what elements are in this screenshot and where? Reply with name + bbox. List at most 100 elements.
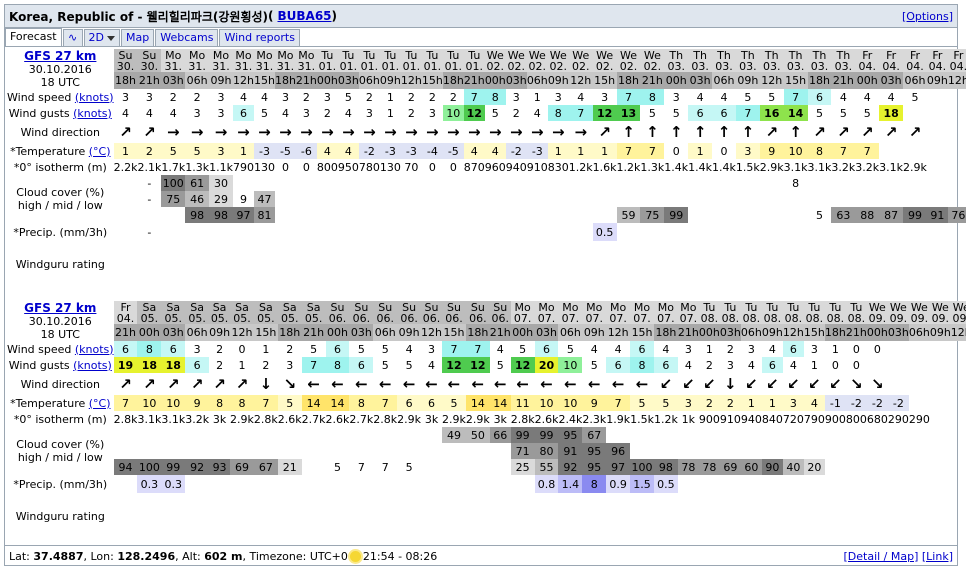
day-name: Sa xyxy=(142,301,157,314)
isotherm-cell: 2.2k xyxy=(113,160,138,174)
precip-cell xyxy=(114,223,138,241)
day-date: 08. xyxy=(847,311,866,325)
cloud-cell xyxy=(548,175,569,191)
isotherm-text: *0° isotherm (m) xyxy=(13,160,107,174)
tab-2d[interactable]: 2D xyxy=(83,29,121,46)
wind-speed-cell: 3 xyxy=(512,90,520,104)
wind-speed-cell: 5 xyxy=(310,342,318,356)
temperature-unit-link[interactable]: (°C) xyxy=(89,397,111,410)
tab-graph[interactable]: ∿ xyxy=(62,29,83,46)
tab-map[interactable]: Map xyxy=(121,29,155,46)
precip-cell xyxy=(617,223,641,241)
wind-direction-cell: → xyxy=(489,123,502,141)
temperature-unit-link[interactable]: (°C) xyxy=(89,145,111,158)
cloud-cell xyxy=(630,427,654,443)
precip-cell xyxy=(349,475,373,493)
wind-gusts-row: Wind gusts (knots) 4 4 4 3 3 6 5 4 3 2 4 3 1 2 3 10 12 5 2 4… xyxy=(7,105,966,121)
temperature-cell: 10 xyxy=(534,395,559,411)
day-name: Th xyxy=(693,49,707,62)
cloud-cell: 47 xyxy=(253,191,275,207)
wind-gusts-unit-link[interactable]: (knots) xyxy=(73,359,112,372)
wind-speed-cell: 4 xyxy=(590,342,598,356)
cloud-cell: 95 xyxy=(582,459,607,475)
rating-row: Windguru rating xyxy=(7,493,966,539)
tab-wind-reports[interactable]: Wind reports xyxy=(219,29,300,46)
wind-gusts-cell xyxy=(930,357,951,373)
day-cell: Su 06. xyxy=(442,301,466,325)
day-cell: Sa 05. xyxy=(185,301,210,325)
sun-icon xyxy=(349,550,361,562)
wind-speed-cell: 4 xyxy=(887,90,895,104)
wind-direction-cell: ↑ xyxy=(646,123,659,141)
day-name: We xyxy=(643,49,661,62)
cloud-cell xyxy=(230,443,254,459)
day-name: Fr xyxy=(953,49,964,62)
cloud-cloudL-row: 98 98 97 81 59 75 99 5 63 88 87 99 91 76 xyxy=(7,207,966,223)
detail-map-link[interactable]: [Detail / Map] xyxy=(843,550,918,563)
wind-direction-cell: → xyxy=(321,123,334,141)
model-utc: 18 UTC xyxy=(40,328,80,341)
day-date: 06. xyxy=(376,311,394,325)
temperature-cell: 2 xyxy=(698,395,720,411)
cloud-cell: 100 xyxy=(161,175,186,191)
cloud-cell: 99 xyxy=(510,427,535,443)
wind-speed-cell: 5 xyxy=(911,90,919,104)
wind-direction-cell: → xyxy=(447,123,460,141)
wind-direction-cell: ↗ xyxy=(598,123,611,141)
cloud-cell: 75 xyxy=(640,207,665,223)
isotherm-cell: 2.3k xyxy=(582,412,607,426)
options-link[interactable]: [Options] xyxy=(902,10,953,23)
wind-speed-cell: 5 xyxy=(566,342,574,356)
day-cell: Fr 04. xyxy=(113,301,138,325)
day-cell: Fr 04. xyxy=(855,49,880,73)
wind-direction-cell: ↗ xyxy=(119,375,132,393)
cloud-cell xyxy=(825,459,846,475)
wind-speed-unit-link[interactable]: (knots) xyxy=(75,91,114,104)
forecast-widget: Korea, Republic of - 웰리힐리파크(강원횡성) (BUBA6… xyxy=(4,4,966,566)
day-name: Fr xyxy=(862,49,873,62)
wind-direction-cell: → xyxy=(552,123,565,141)
day-name: Mo xyxy=(633,301,651,314)
wind-gusts-cell: 1 xyxy=(810,358,818,372)
day-date: 31. xyxy=(276,59,295,73)
precip-cell xyxy=(443,223,464,241)
precip-cell xyxy=(699,475,720,493)
isotherm-cell: 1.5k xyxy=(735,160,760,174)
isotherm-cell: 290 xyxy=(908,412,930,426)
day-name: Su xyxy=(142,49,157,62)
station-link[interactable]: BUBA65 xyxy=(278,9,332,23)
cloud-cell: 100 xyxy=(137,459,162,475)
isotherm-cell xyxy=(930,411,951,427)
day-name: Sa xyxy=(306,301,321,314)
precip-cell xyxy=(784,223,808,241)
cloud-cell xyxy=(867,443,888,459)
isotherm-cell: 0 xyxy=(302,160,310,174)
model-link[interactable]: GFS 27 km xyxy=(7,301,114,315)
precip-text: *Precip. (mm/3h) xyxy=(13,477,108,491)
day-date: 02. xyxy=(486,59,505,73)
cloud-cell: 5 xyxy=(333,460,341,474)
wind-speed-unit-link[interactable]: (knots) xyxy=(75,343,114,356)
hour-cell: 15h xyxy=(783,72,808,89)
tab-webcams[interactable]: Webcams xyxy=(155,29,219,46)
temperature-cell: 4 xyxy=(337,143,359,159)
day-date: 04. xyxy=(116,311,135,325)
wind-direction-cell: → xyxy=(363,123,376,141)
model-link[interactable]: GFS 27 km xyxy=(7,49,114,63)
tab-forecast[interactable]: Forecast xyxy=(5,28,62,46)
hour-cell: 09h xyxy=(209,72,233,89)
temperature-cell xyxy=(930,395,951,411)
temperature-cell: -3 xyxy=(400,143,422,159)
day-name: We xyxy=(549,49,567,62)
cloud-cell xyxy=(720,443,741,459)
isotherm-cell: 2.8k xyxy=(113,412,138,426)
day-date: 03. xyxy=(834,59,853,73)
cloud-cell xyxy=(712,175,736,191)
cloud-cell xyxy=(569,175,593,191)
day-date: 07. xyxy=(561,311,580,325)
link-link[interactable]: [Link] xyxy=(922,550,953,563)
hour-cell: 15h xyxy=(592,72,617,89)
cloud-cell xyxy=(855,175,879,191)
wind-gusts-unit-link[interactable]: (knots) xyxy=(73,107,112,120)
isotherm-cell: 2.8k xyxy=(253,412,278,426)
